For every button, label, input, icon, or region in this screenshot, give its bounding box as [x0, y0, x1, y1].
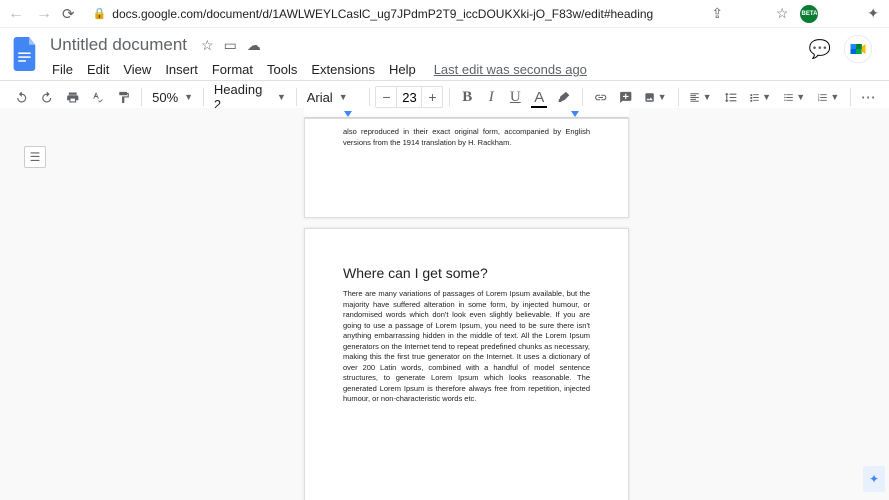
line-spacing-icon[interactable]	[719, 85, 742, 110]
lock-icon: 🔒	[93, 7, 107, 20]
align-icon[interactable]: ▼	[684, 85, 716, 110]
url-text: docs.google.com/document/d/1AWLWEYLCaslC…	[112, 7, 652, 21]
menu-insert[interactable]: Insert	[159, 59, 204, 80]
bold-button[interactable]: B	[456, 85, 478, 110]
move-document-icon[interactable]: ▭	[224, 37, 237, 54]
share-icon[interactable]: ⇪	[707, 5, 727, 22]
menu-edit[interactable]: Edit	[81, 59, 115, 80]
page2-body[interactable]: There are many variations of passages of…	[343, 289, 590, 405]
back-icon: ←	[6, 5, 26, 23]
font-size-control: − 23 +	[375, 86, 443, 108]
docs-logo[interactable]	[10, 34, 42, 74]
page-1[interactable]: also reproduced in their exact original …	[304, 118, 629, 218]
docs-header: Untitled document ☆ ▭ ☁ File Edit View I…	[0, 28, 889, 80]
menu-format[interactable]: Format	[206, 59, 259, 80]
redo-icon[interactable]	[35, 85, 58, 110]
add-comment-icon[interactable]	[614, 85, 637, 110]
font-dropdown[interactable]: Arial▼	[303, 88, 363, 107]
document-title[interactable]: Untitled document	[46, 34, 191, 56]
checklist-icon[interactable]: ▼	[744, 85, 776, 110]
insert-link-icon[interactable]	[589, 85, 612, 110]
text-color-button[interactable]: A	[528, 85, 550, 110]
paint-format-icon[interactable]	[112, 85, 135, 110]
outline-toggle-icon[interactable]: ☰	[24, 146, 46, 168]
italic-button[interactable]: I	[480, 85, 502, 110]
spellcheck-icon[interactable]	[86, 85, 109, 110]
url-bar[interactable]: 🔒 docs.google.com/document/d/1AWLWEYLCas…	[83, 3, 663, 25]
extensions-icon[interactable]: ✦	[863, 5, 883, 22]
menu-extensions[interactable]: Extensions	[305, 59, 381, 80]
undo-icon[interactable]	[10, 85, 33, 110]
browser-toolbar: ← → ⟳ 🔒 docs.google.com/document/d/1AWLW…	[0, 0, 889, 28]
numbered-list-icon[interactable]: ▼	[812, 85, 844, 110]
page2-heading[interactable]: Where can I get some?	[343, 265, 590, 281]
page-2[interactable]: Where can I get some? There are many var…	[304, 228, 629, 500]
menu-bar: File Edit View Insert Format Tools Exten…	[46, 59, 809, 80]
cloud-status-icon[interactable]: ☁	[247, 37, 261, 54]
star-document-icon[interactable]: ☆	[201, 37, 214, 54]
extension-beta-icon[interactable]: BETA	[800, 5, 818, 23]
explore-button[interactable]: ✦	[863, 466, 885, 492]
font-size-increase[interactable]: +	[422, 89, 442, 105]
menu-file[interactable]: File	[46, 59, 79, 80]
print-icon[interactable]	[61, 85, 84, 110]
font-size-decrease[interactable]: −	[376, 89, 396, 105]
menu-view[interactable]: View	[117, 59, 157, 80]
document-canvas: ☰ also reproduced in their exact origina…	[0, 108, 889, 500]
star-icon[interactable]: ☆	[772, 5, 793, 22]
forward-icon: →	[34, 5, 54, 23]
highlight-icon[interactable]	[552, 85, 575, 110]
menu-help[interactable]: Help	[383, 59, 422, 80]
insert-image-icon[interactable]: ▼	[639, 85, 671, 110]
page1-body[interactable]: also reproduced in their exact original …	[343, 127, 590, 148]
underline-button[interactable]: U	[504, 85, 526, 110]
reload-icon[interactable]: ⟳	[62, 5, 75, 23]
comments-icon[interactable]: 💬	[809, 39, 831, 60]
bulleted-list-icon[interactable]: ▼	[778, 85, 810, 110]
meet-icon[interactable]	[843, 34, 873, 64]
more-icon[interactable]: ⋯	[857, 84, 879, 110]
menu-tools[interactable]: Tools	[261, 59, 303, 80]
zoom-dropdown[interactable]: 50%▼	[148, 88, 197, 107]
font-size-value[interactable]: 23	[396, 87, 422, 107]
ruler[interactable]	[304, 108, 629, 118]
last-edit-link[interactable]: Last edit was seconds ago	[434, 62, 587, 77]
